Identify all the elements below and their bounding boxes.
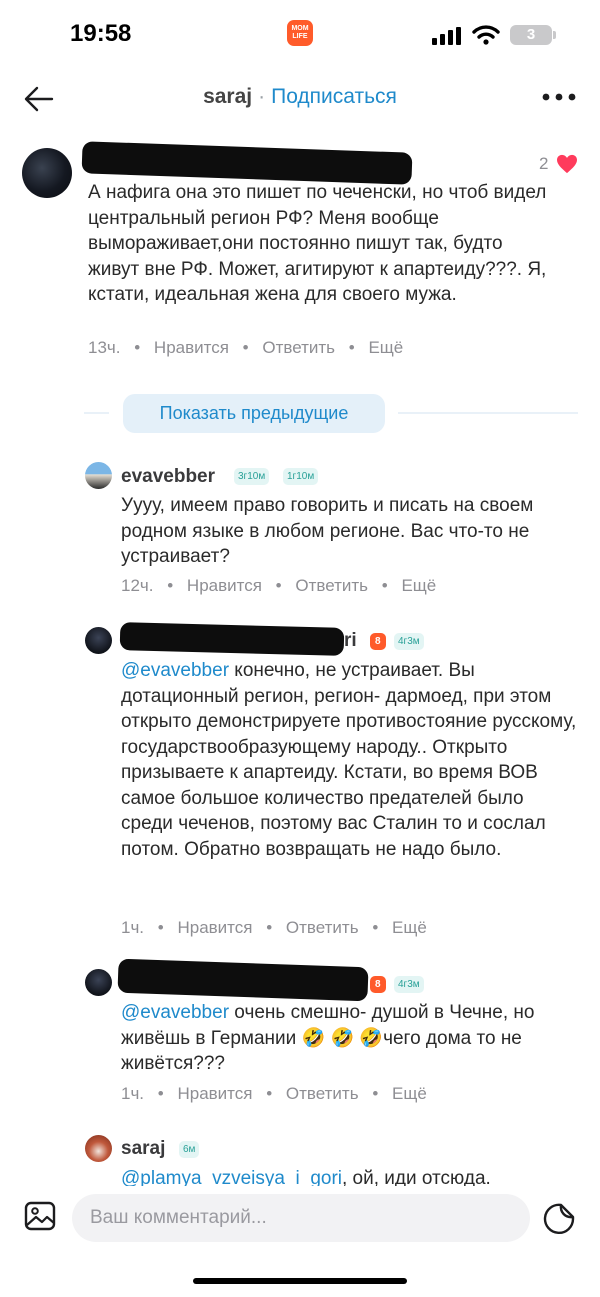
- reply-text-body: конечно, не устраивает. Вы дотационный р…: [121, 660, 577, 860]
- level-badge: 8: [370, 633, 386, 650]
- reply-button[interactable]: Ответить: [286, 918, 359, 937]
- status-time: 19:58: [70, 20, 132, 47]
- reply-time: 1ч.: [121, 918, 145, 937]
- more-button[interactable]: Ещё: [368, 338, 403, 357]
- more-dots-icon[interactable]: [542, 92, 576, 102]
- image-icon[interactable]: [24, 1201, 56, 1231]
- age-tag: 3г10м: [234, 468, 270, 485]
- mention-link[interactable]: @evavebber: [121, 660, 229, 681]
- sticker-icon[interactable]: [543, 1203, 577, 1235]
- reply-text: @evavebber конечно, не устраивает. Вы до…: [121, 658, 579, 862]
- divider-right: [398, 412, 578, 414]
- reply-meta: 12ч. • Нравится • Ответить • Ещё: [121, 576, 437, 595]
- subscribe-button[interactable]: Подписаться: [271, 85, 397, 108]
- home-indicator: [193, 1278, 407, 1284]
- reply-meta: 1ч. • Нравится • Ответить • Ещё: [121, 1084, 427, 1103]
- age-tag: 6м: [179, 1141, 200, 1158]
- battery-icon: 3: [510, 25, 552, 45]
- reply-button[interactable]: Ответить: [262, 338, 335, 357]
- like-button[interactable]: Нравится: [187, 576, 262, 595]
- like-button[interactable]: Нравится: [154, 338, 229, 357]
- avatar[interactable]: [85, 969, 112, 996]
- age-tag: 4г3м: [394, 976, 424, 993]
- redacted-username: [117, 958, 369, 1002]
- comment-text: А нафига она это пишет по чеченски, но ч…: [88, 182, 547, 305]
- reply-time: 12ч.: [121, 576, 154, 595]
- reply-username[interactable]: saraj: [121, 1138, 165, 1160]
- reply-meta: 1ч. • Нравится • Ответить • Ещё: [121, 918, 427, 937]
- avatar[interactable]: [85, 627, 112, 654]
- level-badge: 8: [370, 976, 386, 993]
- mention-link[interactable]: @plamya_vzveisya_i_gori: [121, 1168, 342, 1186]
- more-button[interactable]: Ещё: [392, 1084, 427, 1103]
- app-badge-icon: MOM LIFE: [287, 20, 313, 46]
- wifi-icon: [472, 25, 500, 45]
- laughing-emoji: 🤣 🤣 🤣: [301, 1027, 384, 1049]
- reply-text: @plamya_vzveisya_i_gori, ой, иди отсюда.: [121, 1166, 579, 1186]
- reply-username-tail[interactable]: ri: [344, 630, 357, 652]
- reply-clip: @plamya_vzveisya_i_gori, ой, иди отсюда.: [0, 1160, 600, 1186]
- more-button[interactable]: Ещё: [392, 918, 427, 937]
- signal-icon: [432, 27, 461, 45]
- redacted-username: [81, 141, 413, 185]
- reply-username[interactable]: evavebber: [121, 466, 215, 488]
- comment-input[interactable]: Ваш комментарий...: [72, 1194, 530, 1242]
- age-tag: 4г3м: [394, 633, 424, 650]
- reply-button[interactable]: Ответить: [295, 576, 368, 595]
- reply-text-body: , ой, иди отсюда.: [342, 1168, 491, 1186]
- header-separator: ·: [258, 85, 266, 108]
- heart-icon[interactable]: [556, 154, 578, 174]
- comment-time: 13ч.: [88, 338, 121, 357]
- avatar[interactable]: [22, 148, 72, 198]
- show-previous-button[interactable]: Показать предыдущие: [123, 394, 385, 433]
- divider-left: [84, 412, 109, 414]
- avatar[interactable]: [85, 462, 112, 489]
- reply-button[interactable]: Ответить: [286, 1084, 359, 1103]
- redacted-username: [119, 622, 345, 656]
- like-button[interactable]: Нравится: [177, 1084, 252, 1103]
- header-title: saraj · Подписаться: [0, 85, 600, 109]
- reply-text: Уууу, имеем право говорить и писать на с…: [121, 495, 534, 567]
- more-button[interactable]: Ещё: [401, 576, 436, 595]
- age-tag: 1г10м: [283, 468, 319, 485]
- like-count: 2: [539, 154, 549, 173]
- comment-meta: 13ч. • Нравится • Ответить • Ещё: [88, 338, 404, 357]
- reply-time: 1ч.: [121, 1084, 145, 1103]
- avatar[interactable]: [85, 1135, 112, 1162]
- reply-text: @evavebber очень смешно- душой в Чечне, …: [121, 1000, 579, 1077]
- header-username[interactable]: saraj: [203, 85, 252, 108]
- battery-tip: [553, 31, 556, 39]
- like-button[interactable]: Нравится: [177, 918, 252, 937]
- mention-link[interactable]: @evavebber: [121, 1002, 229, 1023]
